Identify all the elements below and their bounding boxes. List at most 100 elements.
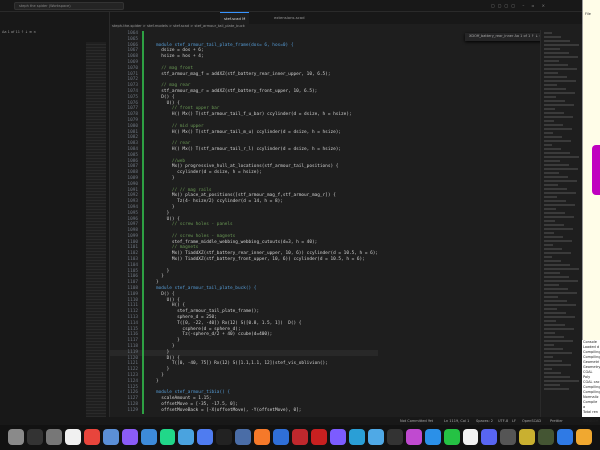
openscad-menu-file[interactable]: File (583, 0, 600, 16)
dock-app-icon[interactable] (64, 429, 81, 445)
status-spaces[interactable]: Spaces: 2 (476, 417, 493, 425)
minimap[interactable] (86, 42, 106, 422)
minimap-line (544, 212, 565, 214)
minimap-line (544, 192, 576, 194)
code-editor[interactable]: 1064 1065 1066 module stef_armour_tail_plat… (110, 30, 600, 417)
tab-stef-scad[interactable]: stef.scad M (220, 12, 250, 24)
status-language[interactable]: OpenSCAD (522, 417, 541, 425)
dock (0, 425, 600, 450)
console-line: Compile a (583, 400, 598, 409)
dock-app-icon[interactable] (45, 429, 62, 445)
minimap-line (544, 124, 563, 126)
minimap-line (544, 236, 563, 238)
command-center-search[interactable]: steph the spider (Workspace) (14, 2, 124, 10)
find-query[interactable]: Aa (2, 30, 7, 34)
dock-app-icon[interactable] (292, 429, 308, 445)
dock-app-icon[interactable] (26, 429, 43, 445)
minimap-line (544, 232, 554, 234)
find-query[interactable]: XDOff_battery_rear_inner Aa (469, 34, 519, 38)
minimap-line (544, 32, 552, 34)
minimap-line (544, 252, 571, 254)
dock-app-icon[interactable] (386, 429, 403, 445)
minimap-line (544, 388, 569, 390)
dock-app-icon[interactable] (519, 429, 536, 445)
dock-app-icon[interactable] (424, 429, 441, 445)
minimap-line (544, 144, 552, 146)
dock-app-icon[interactable] (348, 429, 365, 445)
dock-app-icon[interactable] (216, 429, 233, 445)
minimap-line (544, 116, 573, 118)
status-encoding[interactable]: UTF-8 (498, 417, 508, 425)
dock-app-icon[interactable] (329, 429, 346, 445)
console-line: Total ren (583, 410, 599, 414)
line-text: } (156, 378, 159, 384)
dock-app-icon[interactable] (538, 429, 555, 445)
right-minimap[interactable] (540, 30, 582, 417)
minimap-line (544, 76, 567, 78)
minimap-line (544, 176, 568, 178)
tab-extensions-scad[interactable]: extensions.scad (270, 12, 309, 24)
minimap-line (544, 352, 572, 354)
dock-app-icon[interactable] (367, 429, 384, 445)
minimap-line (544, 128, 572, 130)
minimap-line (544, 52, 569, 54)
window-controls[interactable]: ▢▢▢▢ – ▫ × (491, 3, 548, 8)
minimap-line (544, 328, 574, 330)
minimap-line (544, 340, 573, 342)
code-lines[interactable]: 1064 1065 1066 module stef_armour_tail_plat… (110, 31, 379, 414)
dock-app-icon[interactable] (159, 429, 176, 445)
minimap-line (544, 284, 559, 286)
viewport-label: Viewport (583, 419, 599, 423)
minimap-line (544, 68, 577, 70)
dock-app-icon[interactable] (8, 429, 24, 445)
minimap-line (544, 220, 555, 222)
status-prettier[interactable]: Prettier (550, 417, 563, 425)
minimap-line (544, 292, 577, 294)
status-position[interactable]: Ln 1119, Col 1 (444, 417, 469, 425)
minimap-line (544, 336, 564, 338)
left-find-widget[interactable]: Aa 1 of 11 ↑ ↓ ≡ × (2, 30, 106, 37)
minimap-line (544, 120, 554, 122)
dock-app-icon[interactable] (197, 429, 214, 445)
dock-app-icon[interactable] (273, 429, 290, 445)
breadcrumb[interactable]: steph-the-spider > stef-models > stef.sc… (112, 24, 245, 28)
minimap-line (544, 312, 566, 314)
minimap-line (544, 112, 564, 114)
minimap-line (544, 344, 554, 346)
dock-app-icon[interactable] (311, 429, 327, 445)
minimap-line (544, 216, 574, 218)
minimap-line (544, 280, 578, 282)
line-text: Tz(4- hsize/2) ccylinder(d = 14, h = 8); (156, 199, 283, 205)
minimap-line (544, 44, 579, 46)
dock-app-icon[interactable] (83, 429, 100, 445)
dock-app-icon[interactable] (405, 429, 422, 445)
minimap-line (544, 264, 570, 266)
minimap-line (544, 308, 557, 310)
minimap-line (544, 300, 567, 302)
dock-app-icon[interactable] (576, 429, 593, 445)
dock-app-icon[interactable] (462, 429, 479, 445)
status-git[interactable]: Not Committed Yet (400, 417, 433, 425)
minimap-line (544, 148, 561, 150)
line-text: offsetMoveBack = [-X(offsetMove), -Y(off… (156, 407, 302, 413)
dock-app-icon[interactable] (481, 429, 498, 445)
line-text: H() Mx() T(stf_armour_tail_f_u_bar) ccyl… (156, 112, 352, 118)
minimap-line (544, 72, 558, 74)
status-eol[interactable]: LF (512, 417, 516, 425)
line-text: } (156, 175, 175, 181)
dock-app-icon[interactable] (235, 429, 252, 445)
dock-app-icon[interactable] (178, 429, 195, 445)
dock-app-icon[interactable] (443, 429, 460, 445)
dock-app-icon[interactable] (140, 429, 157, 445)
dock-app-icon[interactable] (121, 429, 138, 445)
dock-app-icon[interactable] (102, 429, 119, 445)
console-line: CGAL Poly (583, 370, 593, 379)
line-text: H() Mx() T(stf_armour_tail_r_l) ccylinde… (156, 146, 342, 152)
minimap-line (544, 296, 558, 298)
dock-app-icon[interactable] (557, 429, 574, 445)
minimap-line (544, 36, 561, 38)
dock-app-icon[interactable] (500, 429, 517, 445)
dock-app-icon[interactable] (254, 429, 271, 445)
minimap-line (544, 64, 568, 66)
code-line[interactable]: 1129 offsetMoveBack = [-X(offsetMove), -… (110, 407, 378, 414)
